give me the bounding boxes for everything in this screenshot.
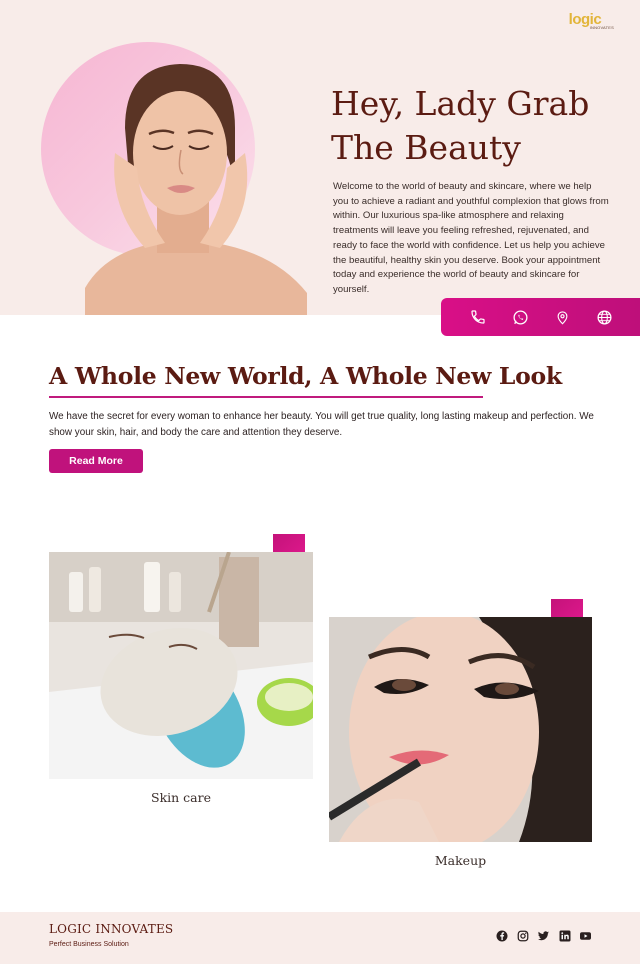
hero-title-line1: Hey, Lady Grab [331, 84, 590, 123]
youtube-icon[interactable] [579, 929, 592, 942]
skin-care-caption: Skin care [151, 790, 211, 805]
hero-title: Hey, Lady Grab The Beauty [331, 82, 621, 170]
brand-logo[interactable]: logic INNOVATES [569, 12, 614, 30]
linkedin-icon[interactable] [558, 929, 571, 942]
phone-icon[interactable] [468, 307, 488, 327]
footer-tagline: Perfect Business Solution [49, 941, 129, 948]
twitter-icon[interactable] [537, 929, 550, 942]
hero-title-line2: The Beauty [331, 128, 521, 167]
social-links [495, 929, 592, 942]
hero-section: logic INNOVATES Hey, Lady Grab The Beaut… [0, 0, 640, 315]
logo-subtitle: INNOVATES [589, 25, 614, 30]
globe-icon[interactable] [594, 307, 614, 327]
whatsapp-icon[interactable] [510, 307, 530, 327]
makeup-caption: Makeup [434, 853, 487, 868]
read-more-button[interactable]: Read More [49, 449, 143, 473]
footer: LOGIC INNOVATES Perfect Business Solutio… [0, 912, 640, 964]
title-underline [49, 396, 483, 398]
location-pin-icon[interactable] [552, 307, 572, 327]
instagram-icon[interactable] [516, 929, 529, 942]
section-description: We have the secret for every woman to en… [49, 411, 594, 438]
makeup-illustration [329, 617, 592, 842]
hero-woman-image [85, 64, 307, 315]
section-title: A Whole New World, A Whole New Look [49, 362, 562, 390]
contact-icon-bar [441, 298, 640, 336]
skin-care-image[interactable] [49, 552, 313, 779]
facebook-icon[interactable] [495, 929, 508, 942]
footer-brand[interactable]: LOGIC INNOVATES [49, 922, 173, 936]
hero-description: Welcome to the world of beauty and skinc… [333, 181, 609, 295]
makeup-image[interactable] [329, 617, 592, 842]
skin-care-illustration [49, 552, 313, 779]
